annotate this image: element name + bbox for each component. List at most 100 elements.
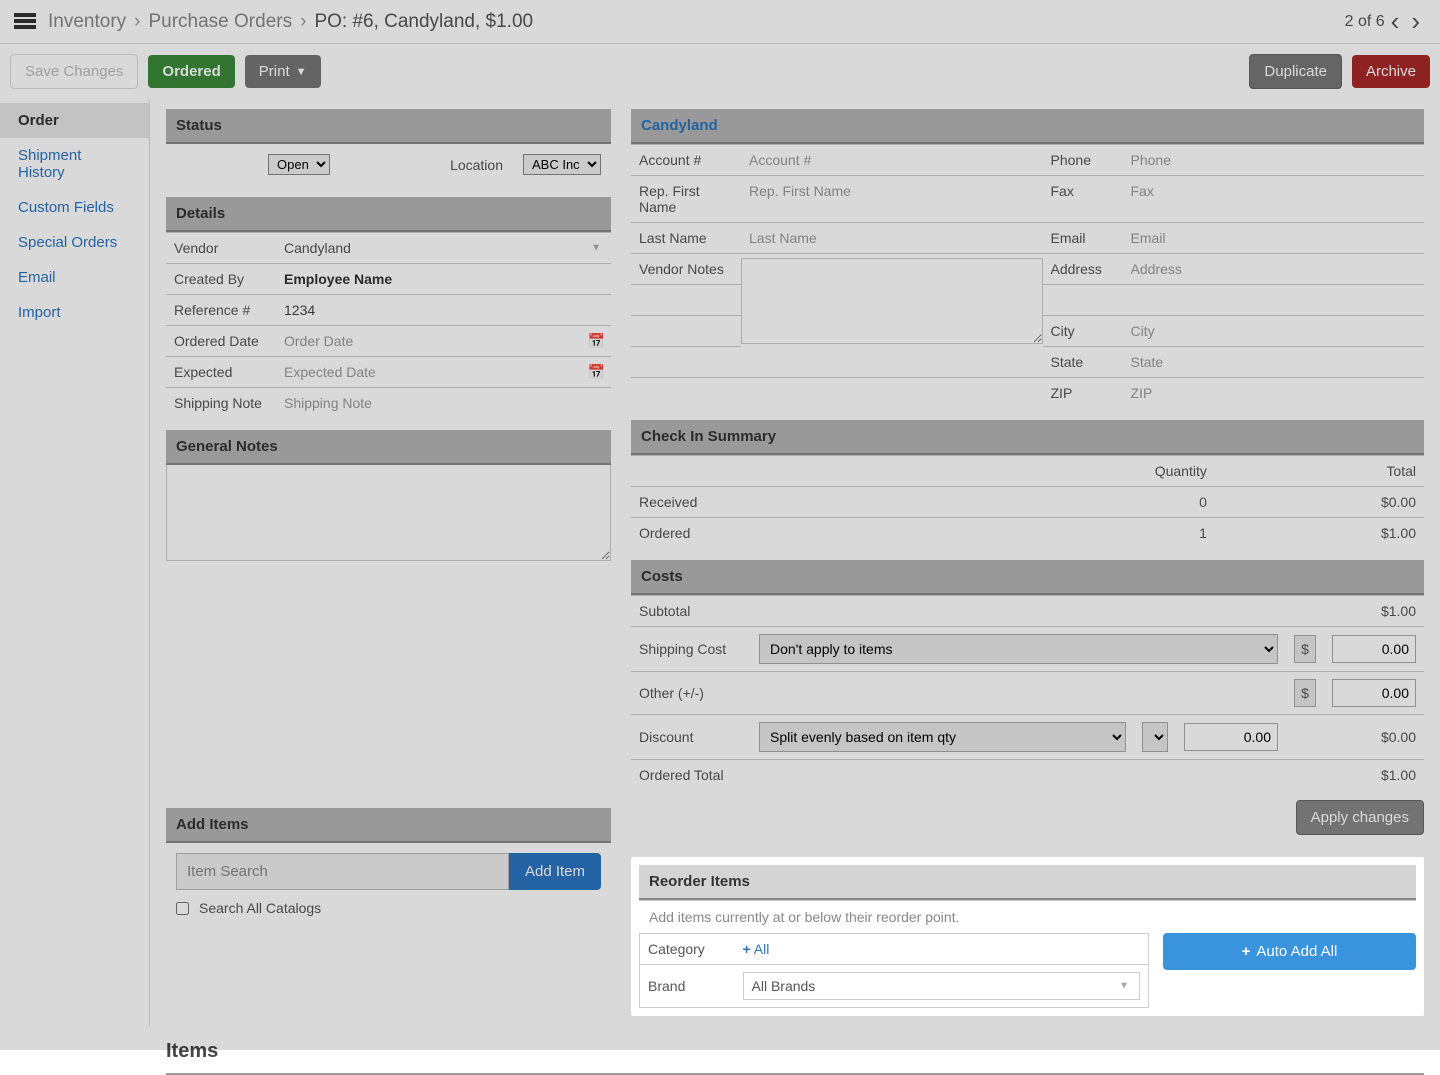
- expected-label: Expected: [166, 357, 276, 388]
- brand-dropdown[interactable]: All Brands▼: [743, 972, 1141, 1000]
- status-select[interactable]: Open: [268, 154, 330, 175]
- vendor-notes-textarea[interactable]: [741, 258, 1043, 344]
- last-name-label: Last Name: [631, 222, 741, 253]
- table-row: Ordered1$1.00: [631, 518, 1424, 549]
- zip-label: ZIP: [1043, 377, 1123, 408]
- breadcrumb-current: PO: #6, Candyland, $1.00: [314, 11, 533, 33]
- chevron-down-icon: ▼: [1119, 981, 1129, 992]
- city-input[interactable]: [1131, 323, 1417, 339]
- location-label: Location: [450, 157, 503, 173]
- location-select[interactable]: ABC Inc: [523, 154, 601, 175]
- ordered-total-label: Ordered Total: [631, 760, 751, 791]
- status-panel: Status Open Location ABC Inc: [166, 109, 611, 185]
- currency-symbol: $: [1294, 679, 1316, 707]
- store-icon: [14, 13, 36, 31]
- sidebar-item-order[interactable]: Order: [0, 103, 149, 138]
- discount-input[interactable]: [1184, 723, 1278, 751]
- ordered-button[interactable]: Ordered: [148, 55, 234, 88]
- sidebar-item-label: Custom Fields: [18, 199, 114, 216]
- email-label: Email: [1043, 222, 1123, 253]
- expected-date-input[interactable]: [284, 364, 603, 380]
- ordered-date-input[interactable]: [284, 333, 603, 349]
- sidebar: Order Shipment History Custom Fields Spe…: [0, 99, 150, 1026]
- save-button[interactable]: Save Changes: [10, 54, 138, 89]
- costs-panel: Costs Subtotal$1.00 Shipping Cost Don't …: [631, 560, 1424, 845]
- category-label: Category: [640, 934, 735, 965]
- shipping-note-input[interactable]: [284, 395, 603, 411]
- pager-prev-icon[interactable]: ‹: [1385, 6, 1406, 37]
- sidebar-item-shipment-history[interactable]: Shipment History: [0, 138, 149, 190]
- reorder-description: Add items currently at or below their re…: [639, 900, 1416, 933]
- other-label: Other (+/-): [631, 672, 751, 715]
- chevron-icon: ›: [300, 11, 306, 33]
- vendor-dropdown[interactable]: Candyland ▼: [276, 233, 611, 264]
- shipping-cost-input[interactable]: [1332, 635, 1416, 663]
- general-notes-header: General Notes: [166, 430, 611, 465]
- discount-total: $0.00: [1324, 715, 1424, 760]
- general-notes-textarea[interactable]: [166, 465, 611, 561]
- fax-input[interactable]: [1131, 183, 1417, 199]
- vendor-notes-label: Vendor Notes: [631, 253, 741, 284]
- sidebar-item-email[interactable]: Email: [0, 260, 149, 295]
- other-cost-input[interactable]: [1332, 679, 1416, 707]
- details-header: Details: [166, 197, 611, 232]
- brand-label: Brand: [640, 965, 735, 1008]
- add-items-header: Add Items: [166, 808, 611, 843]
- address2-input[interactable]: [1131, 292, 1417, 308]
- breadcrumb-mid[interactable]: Purchase Orders: [148, 11, 292, 33]
- rep-first-input[interactable]: [749, 183, 1035, 199]
- account-input[interactable]: [749, 152, 1035, 168]
- subtotal-label: Subtotal: [631, 596, 751, 627]
- sidebar-item-import[interactable]: Import: [0, 295, 149, 330]
- add-item-button[interactable]: Add Item: [509, 853, 601, 890]
- apply-changes-button[interactable]: Apply changes: [1296, 800, 1424, 835]
- details-panel: Details Vendor Candyland▼ Created By Emp…: [166, 197, 611, 418]
- reference-input[interactable]: [284, 302, 603, 318]
- discount-label: Discount: [631, 715, 751, 760]
- auto-add-all-button[interactable]: + Auto Add All: [1163, 933, 1416, 970]
- account-label: Account #: [631, 144, 741, 175]
- shipping-select[interactable]: Don't apply to items: [759, 634, 1278, 664]
- sidebar-item-label: Order: [18, 112, 59, 129]
- sidebar-item-label: Special Orders: [18, 234, 117, 251]
- pager-next-icon[interactable]: ›: [1405, 6, 1426, 37]
- sidebar-item-special-orders[interactable]: Special Orders: [0, 225, 149, 260]
- city-label: City: [1043, 315, 1123, 346]
- qty-header: Quantity: [936, 456, 1215, 487]
- costs-header: Costs: [631, 560, 1424, 595]
- plus-icon: +: [743, 941, 751, 957]
- archive-button[interactable]: Archive: [1352, 55, 1430, 88]
- vendor-value: Candyland: [284, 240, 351, 256]
- state-input[interactable]: [1131, 354, 1417, 370]
- last-name-input[interactable]: [749, 230, 1035, 246]
- checkin-panel: Check In Summary QuantityTotal Received0…: [631, 420, 1424, 548]
- search-all-checkbox[interactable]: [176, 902, 189, 915]
- duplicate-button[interactable]: Duplicate: [1249, 54, 1342, 89]
- action-bar: Save Changes Ordered Print ▼ Duplicate A…: [0, 44, 1440, 99]
- vendor-name-link[interactable]: Candyland: [631, 109, 1424, 144]
- state-label: State: [1043, 346, 1123, 377]
- phone-input[interactable]: [1131, 152, 1417, 168]
- category-all-link[interactable]: + All: [743, 941, 770, 957]
- top-bar: Inventory › Purchase Orders › PO: #6, Ca…: [0, 0, 1440, 44]
- zip-input[interactable]: [1131, 385, 1417, 401]
- discount-select[interactable]: Split evenly based on item qty: [759, 722, 1126, 752]
- address-input[interactable]: [1131, 261, 1417, 277]
- chevron-down-icon: ▼: [591, 243, 601, 254]
- item-search-input[interactable]: [176, 853, 509, 890]
- status-header: Status: [166, 109, 611, 144]
- checkin-header: Check In Summary: [631, 420, 1424, 455]
- breadcrumb-root[interactable]: Inventory: [48, 11, 126, 33]
- discount-sym-select[interactable]: $: [1142, 722, 1168, 752]
- email-input[interactable]: [1131, 230, 1417, 246]
- print-button[interactable]: Print ▼: [245, 55, 321, 88]
- total-header: Total: [1215, 456, 1424, 487]
- items-section-header: Items: [166, 1026, 1424, 1075]
- calendar-icon[interactable]: 📅: [588, 364, 605, 381]
- calendar-icon[interactable]: 📅: [588, 333, 605, 350]
- shipping-note-label: Shipping Note: [166, 388, 276, 419]
- reorder-items-panel: Reorder Items Add items currently at or …: [631, 857, 1424, 1016]
- createdby-value: Employee Name: [284, 271, 392, 287]
- sidebar-item-custom-fields[interactable]: Custom Fields: [0, 190, 149, 225]
- address-label: Address: [1043, 253, 1123, 284]
